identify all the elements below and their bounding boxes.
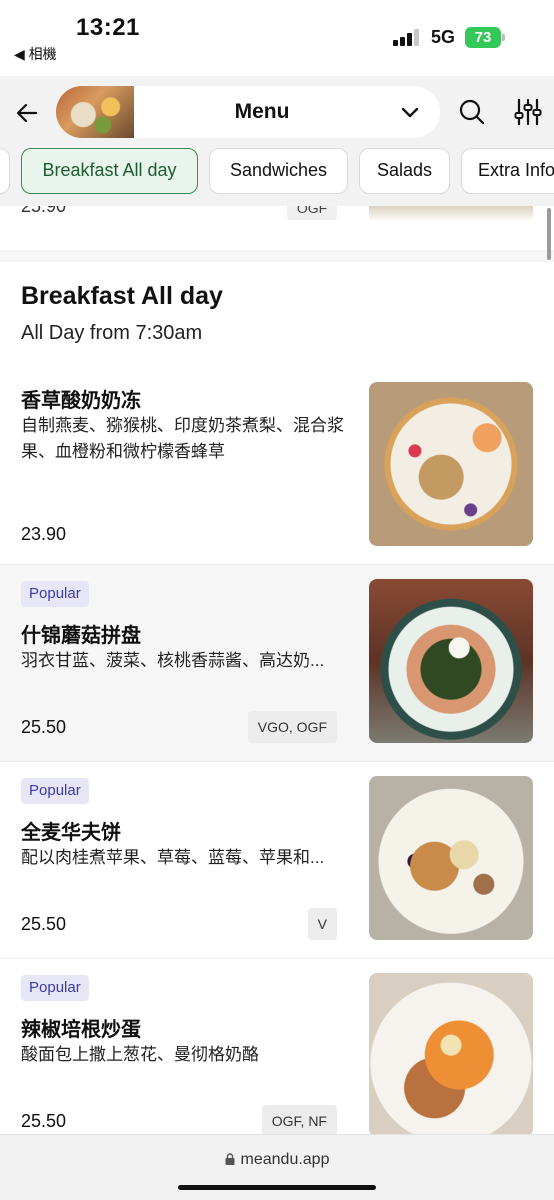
item-tags: OGF <box>287 206 337 220</box>
tab-extra-info[interactable]: Extra Info <box>461 148 554 194</box>
section-header: Breakfast All day All Day from 7:30am <box>0 262 554 368</box>
tab-previous[interactable] <box>0 148 10 194</box>
item-photo <box>369 382 533 546</box>
app-header: Menu Breakfast All day Sandwiches Salads… <box>0 76 554 206</box>
menu-item[interactable]: Popular 什锦蘑菇拼盘 羽衣甘蓝、菠菜、核桃香蒜酱、高达奶... 25.5… <box>0 565 554 762</box>
arrow-left-icon <box>16 103 38 123</box>
filter-button[interactable] <box>512 96 544 128</box>
item-name: 全麦华夫饼 <box>21 822 121 844</box>
scrollbar[interactable] <box>547 208 551 260</box>
menu-item[interactable]: 香草酸奶奶冻 自制燕麦、猕猴桃、印度奶茶煮梨、混合浆果、血橙粉和微柠檬香蜂草 2… <box>0 368 554 565</box>
signal-icon <box>393 29 423 46</box>
item-tags: V <box>307 908 337 940</box>
lock-icon <box>225 1153 235 1165</box>
item-photo <box>369 776 533 940</box>
tab-sandwiches[interactable]: Sandwiches <box>209 148 348 194</box>
item-name: 什锦蘑菇拼盘 <box>21 625 141 647</box>
item-tags: OGF, NF <box>261 1105 337 1134</box>
menu-item[interactable]: Popular 辣椒培根炒蛋 酸面包上撒上葱花、曼彻格奶酪 25.50 OGF,… <box>0 959 554 1134</box>
tab-breakfast-all-day[interactable]: Breakfast All day <box>21 148 198 194</box>
item-price: 25.50 <box>21 717 67 737</box>
item-name: 辣椒培根炒蛋 <box>21 1019 141 1041</box>
status-bar: 13:21 ◀ 相機 5G 73 <box>0 0 554 76</box>
chevron-down-icon <box>401 107 419 118</box>
back-button[interactable] <box>10 96 44 130</box>
item-price: 25.50 <box>21 1111 67 1131</box>
status-time: 13:21 <box>76 14 140 41</box>
item-price: 25.90 <box>21 206 67 216</box>
tab-salads[interactable]: Salads <box>359 148 450 194</box>
menu-selector[interactable]: Menu <box>56 86 440 138</box>
home-indicator[interactable] <box>178 1185 376 1190</box>
menu-content: 25.90 OGF Breakfast All day All Day from… <box>0 206 554 1134</box>
restaurant-thumbnail <box>56 86 134 138</box>
section-title: Breakfast All day <box>21 282 223 310</box>
previous-item-partial[interactable]: 25.90 OGF <box>0 206 554 250</box>
item-description: 配以肉桂煮苹果、草莓、蓝莓、苹果和... <box>21 848 325 867</box>
search-button[interactable] <box>456 96 488 128</box>
popular-badge: Popular <box>21 581 89 607</box>
battery-level: 73 <box>465 27 501 48</box>
battery-icon: 73 <box>465 27 505 48</box>
sliders-icon <box>514 98 542 126</box>
item-price: 23.90 <box>21 524 67 544</box>
item-description: 自制燕麦、猕猴桃、印度奶茶煮梨、混合浆果、血橙粉和微柠檬香蜂草 <box>21 416 344 461</box>
browser-url-bar[interactable]: meandu.app <box>0 1134 554 1200</box>
search-icon <box>459 99 485 125</box>
popular-badge: Popular <box>21 778 89 804</box>
section-divider <box>0 250 554 262</box>
item-name: 香草酸奶奶冻 <box>21 390 141 412</box>
item-description: 酸面包上撒上葱花、曼彻格奶酪 <box>21 1045 259 1064</box>
url-text: meandu.app <box>240 1151 330 1168</box>
back-to-app-link[interactable]: ◀ 相機 <box>14 44 57 64</box>
section-subtitle: All Day from 7:30am <box>21 322 203 344</box>
item-price: 25.50 <box>21 914 67 934</box>
item-tags: VGO, OGF <box>247 711 337 743</box>
category-tabs: Breakfast All day Sandwiches Salads Extr… <box>0 148 554 194</box>
item-photo <box>369 206 533 222</box>
network-label: 5G <box>431 27 456 47</box>
popular-badge: Popular <box>21 975 89 1001</box>
item-photo <box>369 579 533 743</box>
item-description: 羽衣甘蓝、菠菜、核桃香蒜酱、高达奶... <box>21 651 325 670</box>
url-display: meandu.app <box>0 1151 554 1169</box>
item-photo <box>369 973 533 1134</box>
menu-title: Menu <box>234 100 290 123</box>
menu-item[interactable]: Popular 全麦华夫饼 配以肉桂煮苹果、草莓、蓝莓、苹果和... 25.50… <box>0 762 554 959</box>
